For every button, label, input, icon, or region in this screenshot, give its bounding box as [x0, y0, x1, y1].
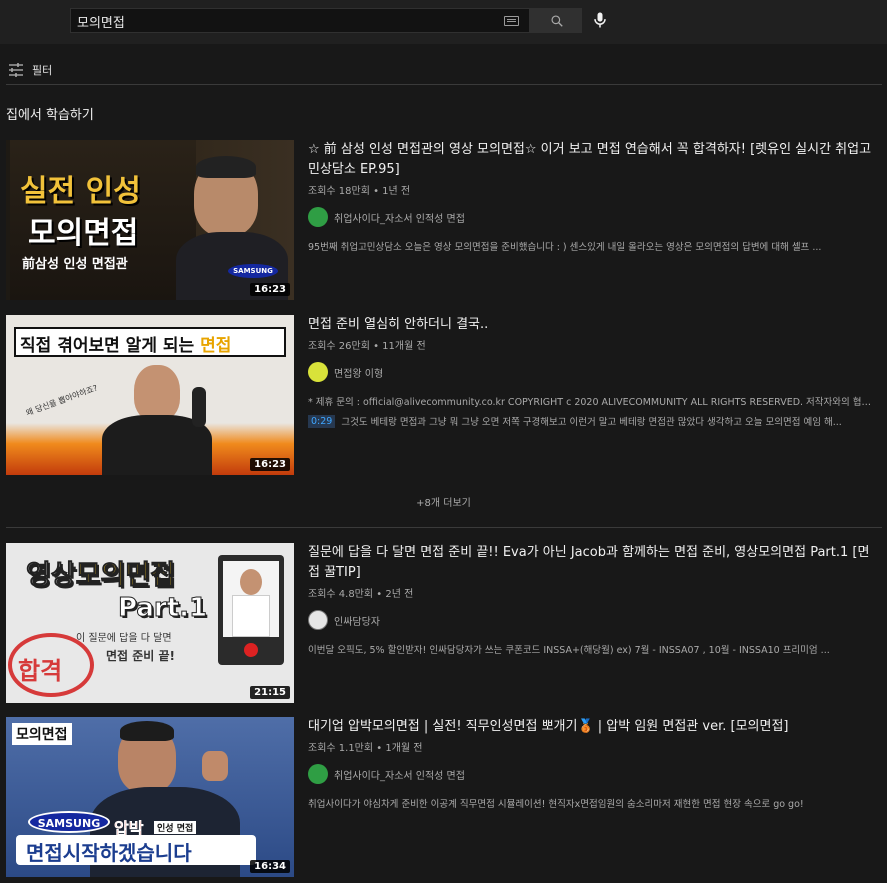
video-item[interactable]: 모의면접 SAMSUNG 압박 인성 면접 면접시작하겠습니다 16:34 대기… — [6, 717, 882, 877]
channel-avatar[interactable] — [308, 207, 328, 227]
channel-link[interactable]: 취업사이다_자소서 인적성 면접 — [308, 764, 878, 784]
video-title[interactable]: 질문에 답을 다 달면 면접 준비 끝!! Eva가 아닌 Jacob과 함께하… — [308, 543, 878, 583]
chapter-text: 그것도 베테랑 면접과 그냥 뭐 그냥 오면 저쪽 구경해보고 이런거 말고 베… — [341, 417, 842, 428]
thumbnail-text-part: 직접 겪어보면 알게 되는 — [20, 336, 201, 356]
search-icon — [551, 15, 563, 27]
microphone-prop — [192, 387, 206, 427]
channel-name[interactable]: 취업사이다_자소서 인적성 면접 — [334, 210, 465, 225]
filter-button[interactable]: 필터 — [8, 60, 52, 80]
person-figure — [134, 365, 180, 421]
thumbnail-text: 前삼성 인성 면접관 — [22, 257, 128, 272]
microphone-icon[interactable] — [590, 10, 610, 30]
person-hair — [196, 156, 256, 178]
thumbnail-text: 면접 준비 끝! — [106, 649, 176, 663]
thumbnail-text-highlight: 모의면접 — [75, 560, 176, 592]
video-duration: 16:34 — [250, 860, 290, 873]
search-input[interactable]: 모의면접 — [70, 8, 530, 33]
channel-avatar[interactable] — [308, 362, 328, 382]
samsung-logo: SAMSUNG — [28, 811, 110, 833]
video-info: ☆ 前 삼성 인성 면접관의 영상 모의면접☆ 이거 보고 면접 연습해서 꼭 … — [308, 140, 878, 253]
chapter-snippet[interactable]: 0:29 그것도 베테랑 면접과 그냥 뭐 그냥 오면 저쪽 구경해보고 이런거… — [308, 414, 883, 428]
fist — [202, 751, 228, 781]
samsung-logo: SAMSUNG — [228, 264, 278, 278]
thumbnail-text: 면접시작하겠습니다 — [26, 841, 192, 865]
thumbnail-text: 직접 겪어보면 알게 되는 면접 — [20, 331, 231, 356]
channel-avatar[interactable] — [308, 764, 328, 784]
video-meta: 조회수 4.8만회 • 2년 전 — [308, 589, 414, 600]
channel-name[interactable]: 면접왕 이형 — [334, 365, 383, 380]
video-thumbnail[interactable]: 직접 겪어보면 알게 되는 면접 왜 당신을 뽑아야하죠? 16:23 — [6, 315, 294, 475]
video-info: 질문에 답을 다 달면 면접 준비 끝!! Eva가 아닌 Jacob과 함께하… — [308, 543, 878, 656]
video-item[interactable]: 영상모의면접 Part.1 이 질문에 답을 다 달면 면접 준비 끝! 합격 … — [6, 543, 882, 703]
thumbnail-text: Part.1 — [117, 593, 208, 624]
thumbnail-text: 실전 인성 — [20, 174, 141, 209]
video-thumbnail[interactable]: 모의면접 SAMSUNG 압박 인성 면접 면접시작하겠습니다 16:34 — [6, 717, 294, 877]
thumbnail-text: 영상모의면접 — [26, 553, 176, 592]
video-meta: 조회수 18만회 • 1년 전 — [308, 186, 411, 197]
top-bar: 모의면접 — [0, 0, 887, 44]
video-description: * 제휴 문의 : official@alivecommunity.co.kr … — [308, 397, 873, 408]
phone-frame — [218, 555, 284, 665]
channel-name[interactable]: 인싸담당자 — [334, 613, 380, 628]
video-thumbnail[interactable]: 영상모의면접 Part.1 이 질문에 답을 다 달면 면접 준비 끝! 합격 … — [6, 543, 294, 703]
show-more-button[interactable]: +8개 더보기 — [0, 494, 887, 509]
video-description: 취업사이다가 야심차게 준비한 이공계 직무면접 시뮬레이션! 현직자x면접임원… — [308, 799, 804, 810]
video-duration: 16:23 — [250, 458, 290, 471]
thumbnail-text: 인성 면접 — [154, 821, 197, 834]
search-button[interactable] — [530, 8, 582, 33]
channel-name[interactable]: 취업사이다_자소서 인적성 면접 — [334, 767, 465, 782]
video-duration: 16:23 — [250, 283, 290, 296]
thumbnail-text-highlight: 면접 — [200, 336, 232, 356]
video-title[interactable]: 대기업 압박모의면접 | 실전! 직무인성면접 뽀개기🥉 | 압박 임원 면접관… — [308, 717, 878, 737]
video-description: 이번달 오픽도, 5% 할인받자! 인싸담당자가 쓰는 쿠폰코드 INSSA+(… — [308, 645, 830, 656]
video-thumbnail[interactable]: 실전 인성 모의면접 前삼성 인성 면접관 SAMSUNG 16:23 — [6, 140, 294, 300]
channel-avatar[interactable] — [308, 610, 328, 630]
chapter-timestamp[interactable]: 0:29 — [308, 414, 336, 428]
video-info: 면접 준비 열심히 안하더니 결국.. 조회수 26만회 • 11개월 전 면접… — [308, 315, 878, 428]
keyboard-icon[interactable] — [504, 16, 519, 26]
channel-link[interactable]: 인싸담당자 — [308, 610, 878, 630]
video-meta: 조회수 1.1만회 • 1개월 전 — [308, 743, 423, 754]
video-meta: 조회수 26만회 • 11개월 전 — [308, 341, 426, 352]
video-description: 95번째 취업고민상담소 오늘은 영상 모의면접을 준비했습니다 : ) 센스있… — [308, 242, 822, 253]
thumbnail-text: 이 질문에 답을 다 달면 — [76, 633, 172, 644]
channel-link[interactable]: 취업사이다_자소서 인적성 면접 — [308, 207, 878, 227]
channel-link[interactable]: 면접왕 이형 — [308, 362, 878, 382]
record-icon — [244, 643, 258, 657]
thumbnail-note: 왜 당신을 뽑아야하죠? — [24, 383, 99, 418]
thumbnail-tag: 모의면접 — [12, 723, 72, 745]
video-info: 대기업 압박모의면접 | 실전! 직무인성면접 뽀개기🥉 | 압박 임원 면접관… — [308, 717, 878, 810]
section-title: 집에서 학습하기 — [6, 108, 94, 123]
search-query[interactable]: 모의면접 — [77, 12, 125, 31]
thumbnail-text: 모의면접 — [28, 216, 139, 251]
person-hair — [120, 721, 174, 741]
video-item[interactable]: 실전 인성 모의면접 前삼성 인성 면접관 SAMSUNG 16:23 ☆ 前 … — [6, 140, 882, 300]
filter-label: 필터 — [32, 64, 53, 77]
stamp-text: 합격 — [18, 657, 63, 685]
video-duration: 21:15 — [250, 686, 290, 699]
thumbnail-text-part: 영상 — [26, 560, 77, 592]
video-title[interactable]: 면접 준비 열심히 안하더니 결국.. — [308, 315, 878, 335]
filter-sliders-icon — [9, 63, 23, 77]
video-title[interactable]: ☆ 前 삼성 인성 면접관의 영상 모의면접☆ 이거 보고 면접 연습해서 꼭 … — [308, 140, 878, 180]
divider — [6, 527, 882, 528]
video-item[interactable]: 직접 겪어보면 알게 되는 면접 왜 당신을 뽑아야하죠? 16:23 면접 준… — [6, 315, 882, 475]
divider — [6, 84, 882, 85]
